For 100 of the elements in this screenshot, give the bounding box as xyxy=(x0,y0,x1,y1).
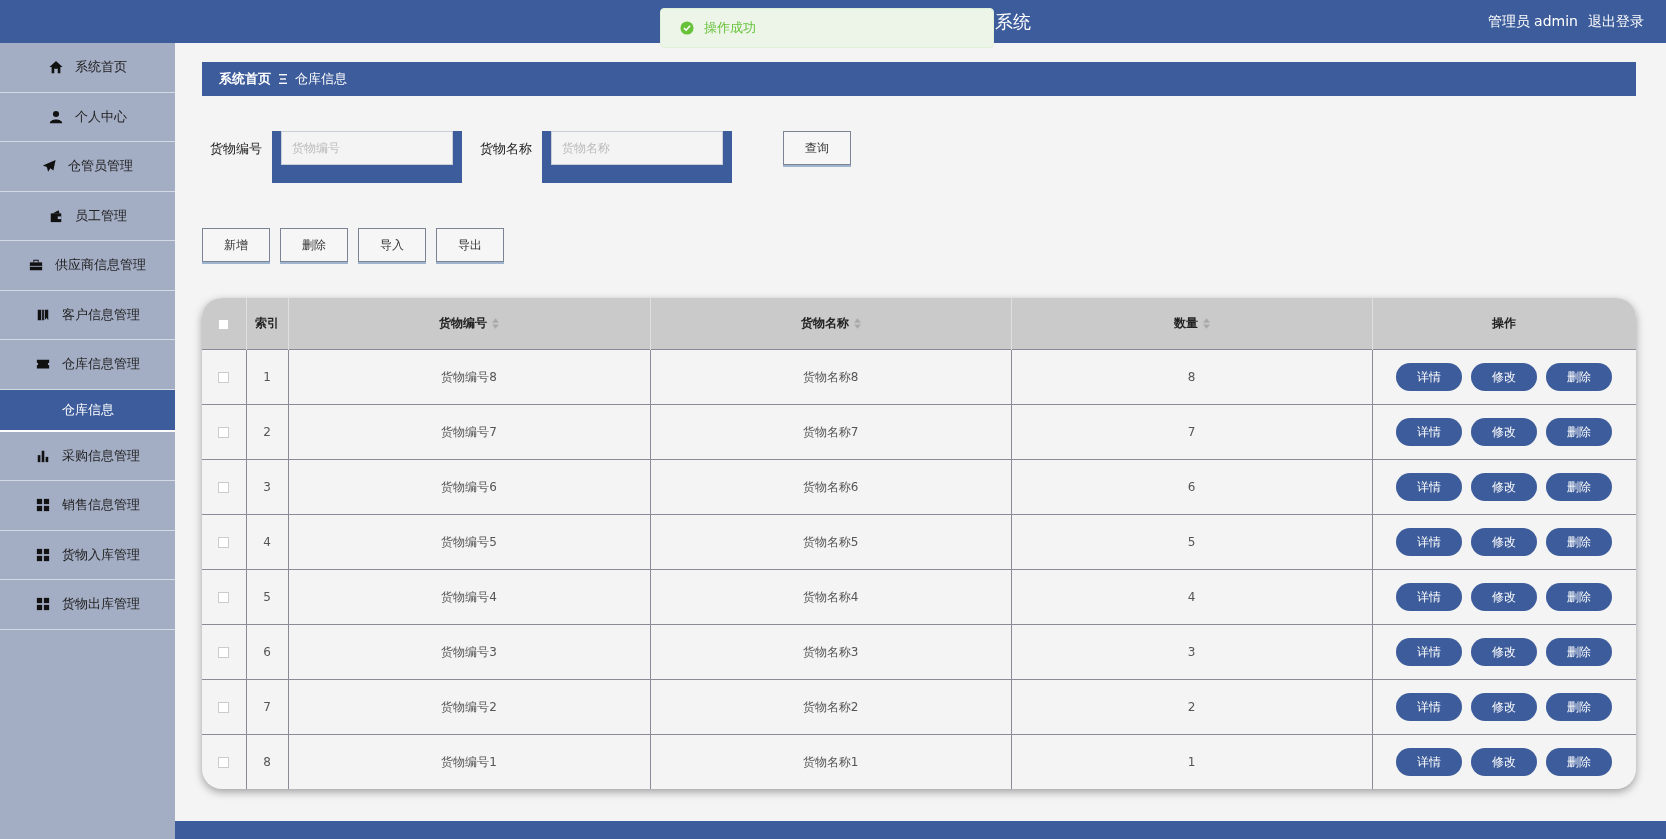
row-checkbox[interactable] xyxy=(218,592,230,603)
table-cell: 货物名称6 xyxy=(802,479,859,494)
field-label: 货物名称 xyxy=(479,140,533,158)
row-action-button[interactable]: 删除 xyxy=(1546,528,1613,556)
sort-icon xyxy=(1202,318,1210,329)
search-button[interactable]: 查询 xyxy=(783,131,851,165)
row-action-button[interactable]: 详情 xyxy=(1396,473,1463,501)
logout-link[interactable]: 退出登录 xyxy=(1588,12,1644,31)
row-action-button[interactable]: 详情 xyxy=(1396,638,1463,666)
sidebar-item[interactable]: 采购信息管理 xyxy=(0,431,175,481)
sidebar-item[interactable]: 货物入库管理 xyxy=(0,530,175,580)
grid-icon xyxy=(35,597,50,612)
table-cell: 6 xyxy=(1187,480,1196,494)
table-cell: 8 xyxy=(1187,370,1196,384)
table-cell: 2 xyxy=(1187,700,1196,714)
row-action-button[interactable]: 修改 xyxy=(1471,528,1538,556)
row-action-button[interactable]: 删除 xyxy=(1546,418,1613,446)
row-action-button[interactable]: 修改 xyxy=(1471,693,1538,721)
sidebar-item[interactable]: 员工管理 xyxy=(0,191,175,241)
user-icon xyxy=(48,109,63,124)
sort-icon xyxy=(853,318,861,329)
separator-icon xyxy=(279,74,287,84)
sidebar-item[interactable]: 货物出库管理 xyxy=(0,580,175,630)
row-action-button[interactable]: 修改 xyxy=(1471,363,1538,391)
select-all-checkbox[interactable] xyxy=(218,318,230,330)
sidebar-item[interactable]: 仓管员管理 xyxy=(0,142,175,192)
table-cell: 货物编号2 xyxy=(441,699,497,714)
grid-icon xyxy=(35,547,50,562)
table-cell: 7 xyxy=(263,700,271,714)
row-checkbox[interactable] xyxy=(218,427,230,438)
row-action-button[interactable]: 删除 xyxy=(1546,363,1613,391)
sidebar-item[interactable]: 个人中心 xyxy=(0,92,175,142)
grid-icon xyxy=(35,498,50,513)
paper-plane-icon xyxy=(42,159,56,174)
sidebar-item[interactable]: 客户信息管理 xyxy=(0,290,175,340)
table-cell: 1 xyxy=(263,370,271,384)
field-label: 货物编号 xyxy=(209,140,263,158)
table-cell: 货物编号8 xyxy=(441,369,497,384)
row-checkbox[interactable] xyxy=(218,702,230,713)
table-cell: 货物名称5 xyxy=(802,534,859,549)
briefcase-icon xyxy=(29,258,43,273)
sidebar-item[interactable]: 供应商信息管理 xyxy=(0,241,175,291)
table-cell: 货物名称1 xyxy=(802,754,859,769)
table-cell: 货物编号3 xyxy=(441,644,497,659)
action-button[interactable]: 删除 xyxy=(280,228,348,262)
column-header[interactable]: 货物名称 xyxy=(800,315,849,332)
table-cell: 货物编号5 xyxy=(441,534,497,549)
row-action-button[interactable]: 详情 xyxy=(1396,748,1463,776)
row-checkbox[interactable] xyxy=(218,757,230,768)
row-checkbox[interactable] xyxy=(218,647,230,658)
sidebar-item[interactable]: 仓库信息 xyxy=(0,389,175,432)
row-action-button[interactable]: 修改 xyxy=(1471,473,1538,501)
table-cell: 货物名称7 xyxy=(802,424,859,439)
toast-message: 操作成功 xyxy=(704,19,756,37)
table-cell: 8 xyxy=(263,755,271,769)
row-action-button[interactable]: 修改 xyxy=(1471,583,1538,611)
table-cell: 4 xyxy=(1187,590,1196,604)
row-action-button[interactable]: 修改 xyxy=(1471,418,1538,446)
check-circle-icon xyxy=(680,21,694,35)
row-action-button[interactable]: 删除 xyxy=(1546,693,1613,721)
user-name: 管理员 admin xyxy=(1487,12,1578,31)
table-cell: 2 xyxy=(263,425,271,439)
column-header: 索引 xyxy=(255,315,279,332)
table-cell: 4 xyxy=(263,535,271,549)
row-action-button[interactable]: 删除 xyxy=(1546,748,1613,776)
sidebar-item[interactable]: 仓库信息管理 xyxy=(0,340,175,390)
row-checkbox[interactable] xyxy=(218,537,230,548)
table-cell: 3 xyxy=(263,480,271,494)
table-cell: 货物名称4 xyxy=(802,589,859,604)
breadcrumb-item: 仓库信息 xyxy=(295,70,347,88)
table-cell: 货物编号6 xyxy=(441,479,497,494)
sidebar-item[interactable]: 销售信息管理 xyxy=(0,481,175,531)
row-action-button[interactable]: 删除 xyxy=(1546,638,1613,666)
table-cell: 货物名称8 xyxy=(802,369,859,384)
row-action-button[interactable]: 详情 xyxy=(1396,363,1463,391)
action-button[interactable]: 导出 xyxy=(436,228,504,262)
row-action-button[interactable]: 详情 xyxy=(1396,583,1463,611)
row-action-button[interactable]: 修改 xyxy=(1471,748,1538,776)
table-cell: 货物名称3 xyxy=(802,644,859,659)
sidebar-item[interactable]: 系统首页 xyxy=(0,43,175,93)
wallet-icon xyxy=(48,208,63,223)
row-action-button[interactable]: 修改 xyxy=(1471,638,1538,666)
table-cell: 7 xyxy=(1187,425,1196,439)
row-action-button[interactable]: 删除 xyxy=(1546,583,1613,611)
table-cell: 5 xyxy=(263,590,271,604)
row-checkbox[interactable] xyxy=(218,372,230,383)
row-checkbox[interactable] xyxy=(218,482,230,493)
row-action-button[interactable]: 详情 xyxy=(1396,528,1463,556)
bar-chart-icon xyxy=(35,448,50,463)
action-button[interactable]: 导入 xyxy=(358,228,426,262)
action-button[interactable]: 新增 xyxy=(202,228,270,262)
book-icon xyxy=(35,307,50,322)
row-action-button[interactable]: 详情 xyxy=(1396,693,1463,721)
column-header[interactable]: 货物编号 xyxy=(439,315,487,332)
sort-icon xyxy=(492,318,499,329)
row-action-button[interactable]: 详情 xyxy=(1396,418,1463,446)
column-header[interactable]: 数量 xyxy=(1173,315,1198,332)
row-action-button[interactable]: 删除 xyxy=(1546,473,1613,501)
table-cell: 货物编号4 xyxy=(441,589,497,604)
breadcrumb-item[interactable]: 系统首页 xyxy=(219,70,271,88)
